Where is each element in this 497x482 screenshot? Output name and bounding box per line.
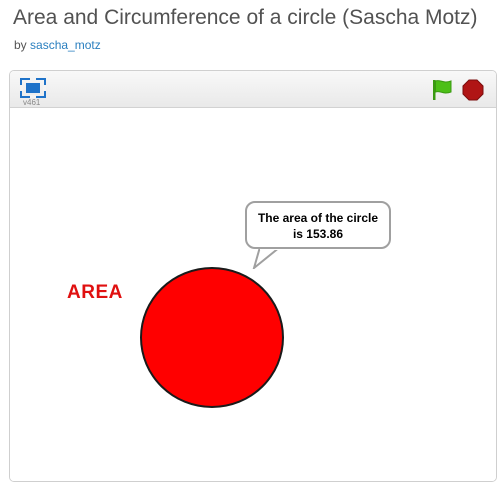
- speech-text: The area of the circle is 153.86: [257, 211, 379, 241]
- page-header: Area and Circumference of a circle (Sasc…: [0, 0, 497, 62]
- byline: by sascha_motz: [14, 38, 101, 52]
- by-label: by: [14, 38, 27, 52]
- speech-bubble: The area of the circle is 153.86: [245, 201, 391, 249]
- circle-sprite[interactable]: [140, 267, 284, 408]
- fullscreen-icon[interactable]: [20, 78, 46, 98]
- page-title: Area and Circumference of a circle (Sasc…: [13, 6, 478, 29]
- speech-bubble-tail: [252, 247, 281, 269]
- area-label: AREA: [67, 282, 123, 303]
- author-link[interactable]: sascha_motz: [30, 38, 101, 52]
- project-player: v461 AREA The area of the circle is 153.…: [9, 70, 497, 482]
- green-flag-icon[interactable]: [431, 79, 453, 101]
- project-stage[interactable]: AREA The area of the circle is 153.86: [10, 108, 496, 481]
- version-label: v461: [23, 98, 41, 107]
- player-controls: v461: [10, 71, 496, 108]
- stop-sign-icon[interactable]: [462, 79, 484, 101]
